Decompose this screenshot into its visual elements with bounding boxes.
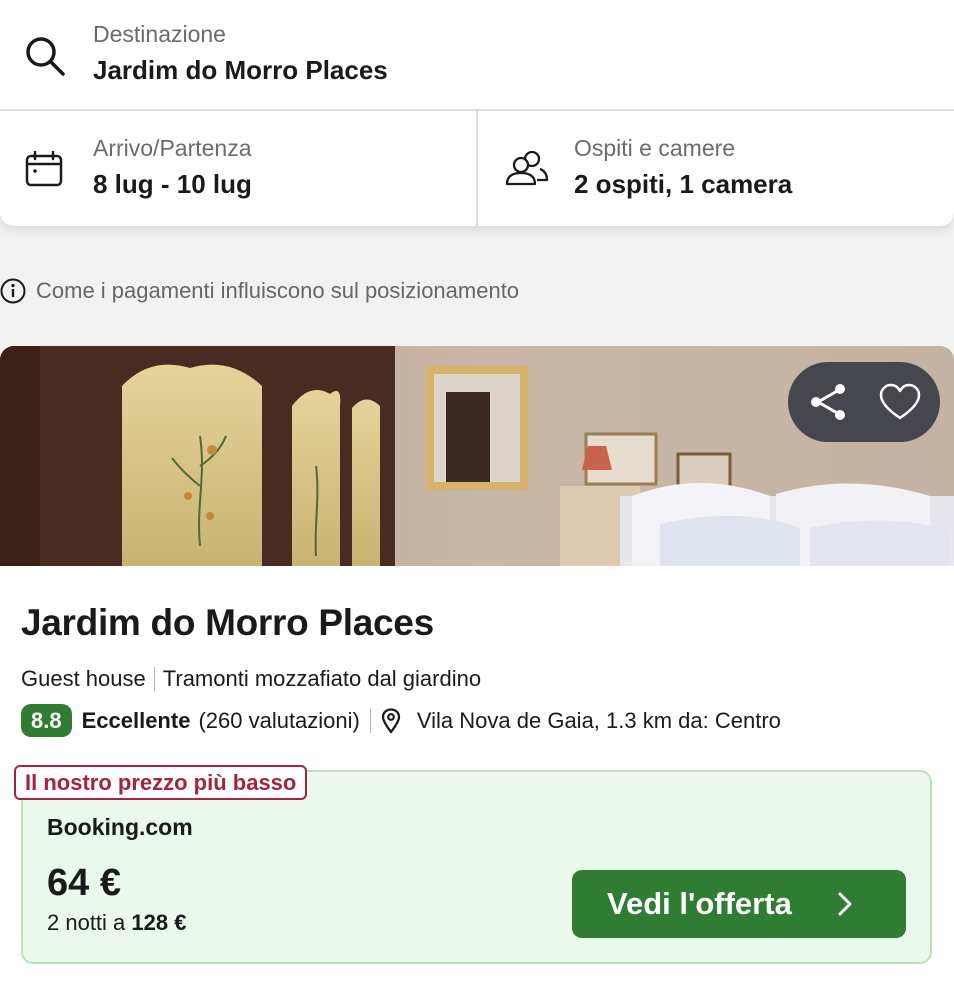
nights-text: 2 notti a bbox=[47, 910, 132, 935]
offer-total: 2 notti a 128 € bbox=[47, 910, 186, 936]
info-icon bbox=[0, 278, 26, 304]
lowest-price-badge: Il nostro prezzo più basso bbox=[14, 765, 308, 800]
guests-label: Ospiti e camere bbox=[574, 135, 736, 161]
rating-badge: 8.8 bbox=[21, 704, 72, 737]
rating-separator bbox=[369, 708, 371, 733]
chevron-right-icon bbox=[838, 892, 852, 916]
dates-value: 8 lug - 10 lug bbox=[93, 169, 252, 199]
heart-icon bbox=[879, 383, 921, 420]
favorite-button[interactable] bbox=[862, 362, 938, 442]
location-pin-icon bbox=[381, 707, 401, 733]
offer-provider: Booking.com bbox=[47, 814, 193, 840]
share-icon bbox=[811, 384, 845, 420]
rating-line: 8.8 Eccellente (260 valutazioni) Vila No… bbox=[21, 704, 781, 737]
ranking-info-text: Come i pagamenti influiscono sul posizio… bbox=[36, 278, 520, 303]
ranking-info-link[interactable]: Come i pagamenti influiscono sul posizio… bbox=[0, 276, 519, 306]
destination-value: Jardim do Morro Places bbox=[93, 55, 388, 85]
dates-field[interactable]: Arrivo/Partenza 8 lug - 10 lug bbox=[0, 111, 476, 226]
destination-field[interactable]: Destinazione Jardim do Morro Places bbox=[0, 0, 954, 111]
meta-separator bbox=[153, 667, 155, 691]
location-text: Vila Nova de Gaia, 1.3 km da: Centro bbox=[416, 707, 781, 733]
rating-count[interactable]: (260 valutazioni) bbox=[198, 708, 359, 734]
guests-icon bbox=[505, 150, 549, 186]
offer-price: 64 € bbox=[47, 862, 121, 904]
total-price: 128 € bbox=[131, 910, 187, 935]
destination-label: Destinazione bbox=[93, 21, 226, 47]
search-card: Destinazione Jardim do Morro Places Arri… bbox=[0, 0, 954, 226]
property-type: Guest house bbox=[21, 666, 146, 691]
share-button[interactable] bbox=[790, 362, 866, 442]
photo-actions bbox=[788, 362, 940, 442]
calendar-icon bbox=[25, 151, 63, 187]
property-highlight: Tramonti mozzafiato dal giardino bbox=[162, 666, 482, 691]
hotel-name[interactable]: Jardim do Morro Places bbox=[21, 602, 434, 644]
view-offer-label: Vedi l'offerta bbox=[607, 886, 792, 921]
rating-word: Eccellente bbox=[81, 707, 191, 733]
view-offer-button[interactable]: Vedi l'offerta bbox=[572, 870, 906, 938]
guests-field[interactable]: Ospiti e camere 2 ospiti, 1 camera bbox=[478, 111, 954, 226]
guests-value: 2 ospiti, 1 camera bbox=[574, 169, 793, 199]
hotel-meta: Guest house Tramonti mozzafiato dal giar… bbox=[21, 666, 481, 692]
dates-label: Arrivo/Partenza bbox=[93, 135, 252, 161]
search-icon bbox=[26, 37, 65, 76]
